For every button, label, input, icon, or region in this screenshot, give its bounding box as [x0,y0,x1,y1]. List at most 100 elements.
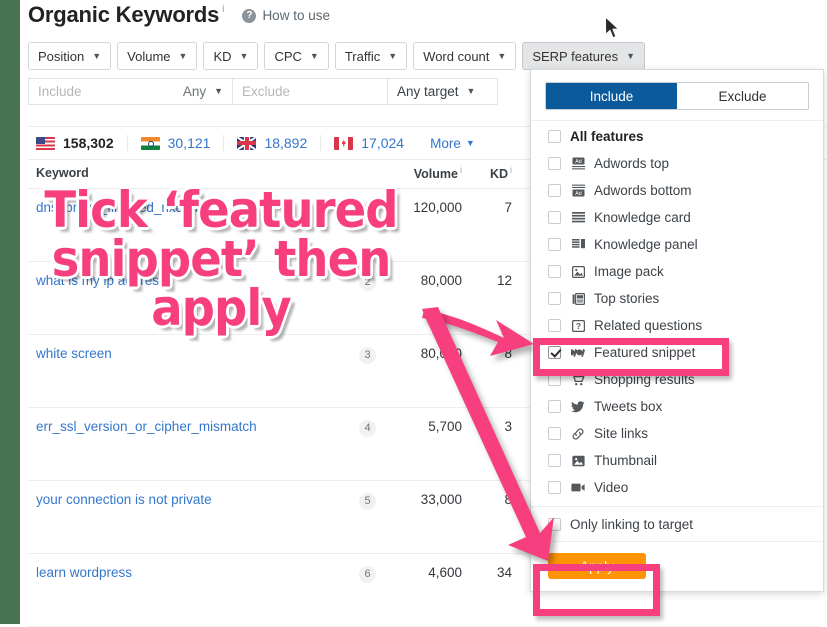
exclude-placeholder: Exclude [242,84,290,99]
svg-text:Ad: Ad [575,159,582,165]
option-label: All features [570,129,644,144]
filter-chip-volume[interactable]: Volume ▼ [117,42,197,70]
left-nav-rail [0,0,20,624]
option-featured-snippet[interactable]: Featured snippet [531,339,823,366]
filter-chip-position[interactable]: Position ▼ [28,42,111,70]
cell-keyword[interactable]: learn wordpress [28,565,336,580]
page-title: Organic Keywords [28,2,219,28]
option-label: Related questions [594,318,702,333]
include-match-mode[interactable]: Any ▼ [183,84,223,99]
cell-keyword[interactable]: your connection is not private [28,492,336,507]
exclude-tab[interactable]: Exclude [677,83,808,109]
option-tweets-box[interactable]: Tweets box [531,393,823,420]
cell-volume: 4,600 [376,565,462,580]
checkbox[interactable] [548,319,561,332]
country-stat-value: 158,302 [63,135,114,151]
cart-icon [570,374,586,386]
option-label: Adwords top [594,156,669,171]
option-label: Video [594,480,628,495]
filter-chip-label: Word count [423,49,489,64]
checkbox[interactable] [548,346,561,359]
cell-keyword[interactable]: err_ssl_version_or_cipher_mismatch [28,419,336,434]
cell-keyword[interactable]: what is my ip address [28,273,336,288]
cell-keyword[interactable]: dns_probe_finished_nxdomain [28,200,336,215]
option-adwords-top[interactable]: Ad Adwords top [531,150,823,177]
option-knowledge-panel[interactable]: Knowledge panel [531,231,823,258]
chevron-down-icon: ▼ [310,52,319,61]
checkbox[interactable] [548,238,561,251]
option-all-features[interactable]: All features [531,123,823,150]
checkbox[interactable] [548,265,561,278]
chevron-down-icon: ▼ [497,52,506,61]
country-stat-gb[interactable]: 18,892 [223,135,320,151]
option-related-questions[interactable]: ? Related questions [531,312,823,339]
more-label: More [430,136,461,151]
option-label: Knowledge panel [594,237,698,252]
option-thumbnail[interactable]: Thumbnail [531,447,823,474]
checkbox[interactable] [548,292,561,305]
checkbox[interactable] [548,157,561,170]
filter-chip-serp-features[interactable]: SERP features ▼ [522,42,645,70]
how-to-use-link[interactable]: ? How to use [242,8,330,23]
cell-volume: 80,000 [376,346,462,361]
app-root: Organic Keywords i ? How to use Position… [0,0,827,624]
column-label: Volume [414,167,458,181]
include-exclude-row: Include Any ▼ Exclude Any target ▼ [28,78,498,105]
filter-chip-row: Position ▼ Volume ▼ KD ▼ CPC ▼ Traffic ▼… [28,42,645,70]
option-only-linking-to-target[interactable]: Only linking to target [531,507,823,541]
column-header-kd[interactable]: KDi [462,165,512,181]
include-tab[interactable]: Include [546,83,677,109]
chevron-down-icon: ▼ [214,87,223,96]
option-site-links[interactable]: Site links [531,420,823,447]
position-badge: 2 [359,274,376,291]
option-label: Featured snippet [594,345,695,360]
target-label: Any target [397,84,459,99]
column-header-keyword[interactable]: Keyword [28,166,336,180]
target-selector[interactable]: Any target ▼ [388,78,498,105]
chevron-down-icon: ▼ [179,52,188,61]
checkbox[interactable] [548,130,561,143]
checkbox[interactable] [548,454,561,467]
option-image-pack[interactable]: Image pack [531,258,823,285]
country-stat-value: 30,121 [168,135,211,151]
mouse-cursor [604,16,621,40]
filter-chip-traffic[interactable]: Traffic ▼ [335,42,407,70]
chevron-down-icon: ▼ [466,139,475,148]
option-video[interactable]: Video [531,474,823,501]
cell-volume: 80,000 [376,273,462,288]
country-stat-ca[interactable]: 17,024 [320,135,417,151]
checkbox[interactable] [548,373,561,386]
option-adwords-bottom[interactable]: Ad Adwords bottom [531,177,823,204]
checkbox[interactable] [548,184,561,197]
exclude-input[interactable]: Exclude [233,78,388,105]
quote-icon [570,348,586,358]
position-badge: 5 [359,493,376,510]
option-knowledge-card[interactable]: Knowledge card [531,204,823,231]
page-header: Organic Keywords i ? How to use [28,2,330,28]
include-input[interactable]: Include Any ▼ [28,78,233,105]
checkbox[interactable] [548,481,561,494]
option-top-stories[interactable]: Top stories [531,285,823,312]
country-stat-in[interactable]: 30,121 [127,135,224,151]
option-shopping-results[interactable]: Shopping results [531,366,823,393]
apply-button[interactable]: Apply [548,553,646,579]
checkbox[interactable] [548,427,561,440]
related-questions-icon: ? [570,320,586,332]
ca-flag-icon [334,137,353,150]
checkbox[interactable] [548,518,561,531]
option-label: Tweets box [594,399,662,414]
filter-chip-cpc[interactable]: CPC ▼ [264,42,328,70]
column-header-volume[interactable]: Volumei [376,165,462,181]
option-label: Thumbnail [594,453,657,468]
svg-text:Ad: Ad [575,191,582,197]
more-countries-link[interactable]: More ▼ [430,136,475,151]
cell-keyword[interactable]: white screen [28,346,336,361]
option-label: Shopping results [594,372,695,387]
filter-chip-word-count[interactable]: Word count ▼ [413,42,516,70]
filter-chip-kd[interactable]: KD ▼ [203,42,258,70]
cell-position: 2 [336,273,376,291]
in-flag-icon [141,137,160,150]
checkbox[interactable] [548,211,561,224]
checkbox[interactable] [548,400,561,413]
country-stat-us[interactable]: 158,302 [36,135,127,151]
